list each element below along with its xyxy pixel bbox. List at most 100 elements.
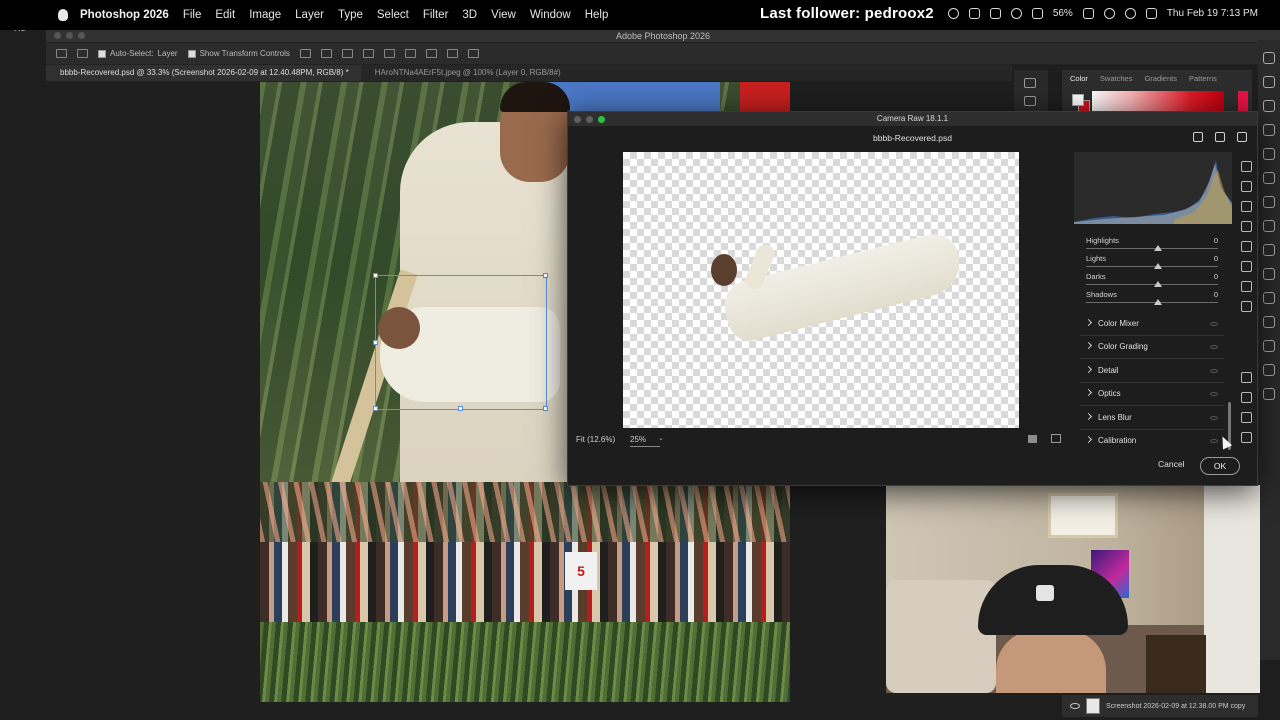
section-optics[interactable]: Optics: [1080, 384, 1224, 406]
battery-percent[interactable]: 56%: [1053, 8, 1073, 19]
hand-tool-icon[interactable]: [1241, 392, 1252, 403]
grid-icon[interactable]: [1263, 364, 1275, 376]
transform-handle-tl[interactable]: [373, 273, 378, 278]
transform-handle-ml[interactable]: [373, 340, 378, 345]
masking-icon[interactable]: [1241, 221, 1252, 232]
auto-select-checkbox[interactable]: [98, 49, 106, 58]
tab-document-jpeg[interactable]: HAroNTNa4AErF5t.jpeg @ 100% (Layer 0, RG…: [360, 65, 573, 81]
align-middle-icon[interactable]: [404, 49, 416, 58]
layer-visibility-eye-icon[interactable]: [1070, 703, 1080, 709]
move-tool-icon[interactable]: [77, 49, 88, 58]
eraser-icon[interactable]: [1263, 124, 1275, 136]
align-bottom-icon[interactable]: [425, 49, 437, 58]
visibility-eye-icon[interactable]: [1210, 322, 1218, 326]
fit-zoom-button[interactable]: Fit (12.6%): [576, 435, 615, 444]
search-icon[interactable]: [1263, 292, 1275, 304]
dialog-close-button[interactable]: [574, 116, 581, 123]
brush-icon[interactable]: [1263, 148, 1275, 160]
edit-sliders-icon[interactable]: [1241, 161, 1252, 172]
hand-icon[interactable]: [1263, 316, 1275, 328]
tone-darks-value[interactable]: 0: [1214, 272, 1218, 281]
tone-highlights-knob[interactable]: [1154, 245, 1162, 251]
menu-filter[interactable]: Filter: [423, 9, 449, 21]
adjustments-icon[interactable]: [1263, 76, 1275, 88]
menu-select[interactable]: Select: [377, 9, 409, 21]
cancel-button[interactable]: Cancel: [1158, 459, 1184, 469]
tone-lights-knob[interactable]: [1154, 263, 1162, 269]
distribute-icon[interactable]: [362, 49, 374, 58]
paint-icon[interactable]: [1263, 220, 1275, 232]
zoom-icon[interactable]: [1241, 372, 1252, 383]
pen-icon[interactable]: [1263, 52, 1275, 64]
tone-shadows-value[interactable]: 0: [1214, 290, 1218, 299]
wifi-icon[interactable]: [1103, 8, 1115, 19]
transform-handle-br[interactable]: [543, 406, 548, 411]
tab-color[interactable]: Color: [1070, 74, 1088, 83]
dialog-zoom-button[interactable]: [598, 116, 605, 123]
menu-file[interactable]: File: [183, 9, 202, 21]
tab-gradients[interactable]: Gradients: [1144, 74, 1177, 83]
mask-icon[interactable]: [1263, 196, 1275, 208]
tone-darks-row[interactable]: Darks 0: [1080, 272, 1230, 290]
home-icon[interactable]: [56, 49, 67, 58]
tone-shadows-knob[interactable]: [1154, 299, 1162, 305]
circle-icon[interactable]: [1263, 388, 1275, 400]
crop-rotate-icon[interactable]: [1241, 181, 1252, 192]
align-left-icon[interactable]: [299, 49, 311, 58]
volume-icon[interactable]: [968, 8, 980, 19]
transform-handle-tr[interactable]: [543, 273, 548, 278]
tone-darks-track[interactable]: [1086, 284, 1218, 285]
layer-row[interactable]: Screenshot 2026-02-09 at 12.38.00 PM cop…: [1062, 695, 1258, 717]
tone-lights-track[interactable]: [1086, 266, 1218, 267]
section-detail[interactable]: Detail: [1080, 361, 1224, 383]
crop-icon[interactable]: [1263, 100, 1275, 112]
more-options-icon[interactable]: [446, 49, 458, 58]
heal-icon[interactable]: [1241, 201, 1252, 212]
menu-image[interactable]: Image: [249, 9, 281, 21]
tab-swatches[interactable]: Swatches: [1100, 74, 1133, 83]
section-lens-blur[interactable]: Lens Blur: [1080, 408, 1224, 430]
settings-gear-icon[interactable]: [1215, 132, 1225, 142]
section-color-grading[interactable]: Color Grading: [1080, 337, 1224, 359]
display-icon[interactable]: [989, 8, 1001, 19]
artboard-icon[interactable]: [1024, 78, 1036, 88]
eye-icon[interactable]: [1263, 172, 1275, 184]
tone-lights-row[interactable]: Lights 0: [1080, 254, 1230, 272]
align-center-icon[interactable]: [320, 49, 332, 58]
align-top-icon[interactable]: [383, 49, 395, 58]
show-transform-checkbox[interactable]: [187, 49, 196, 58]
tone-lights-value[interactable]: 0: [1214, 254, 1218, 263]
tone-highlights-value[interactable]: 0: [1214, 236, 1218, 245]
single-view-icon[interactable]: [1028, 435, 1037, 443]
menu-type[interactable]: Type: [338, 9, 363, 21]
transform-handle-bl[interactable]: [373, 406, 378, 411]
snapshots-icon[interactable]: [1241, 281, 1252, 292]
battery-icon[interactable]: [1082, 8, 1094, 19]
visibility-eye-icon[interactable]: [1210, 392, 1218, 396]
ok-button[interactable]: OK: [1200, 457, 1240, 475]
tone-darks-knob[interactable]: [1154, 281, 1162, 287]
menu-bar-clock[interactable]: Thu Feb 19 7:13 PM: [1167, 8, 1258, 19]
section-calibration[interactable]: Calibration: [1080, 431, 1224, 453]
redeye-icon[interactable]: [1263, 244, 1275, 256]
tab-patterns[interactable]: Patterns: [1189, 74, 1217, 83]
compare-view-icon[interactable]: [1051, 434, 1061, 443]
tone-highlights-track[interactable]: [1086, 248, 1218, 249]
align-right-icon[interactable]: [341, 49, 353, 58]
minimize-window-button[interactable]: [66, 32, 73, 39]
dodge-icon[interactable]: [1263, 268, 1275, 280]
gear-icon[interactable]: [467, 49, 479, 58]
layer-name[interactable]: Screenshot 2026-02-09 at 12.38.00 PM cop…: [1106, 703, 1245, 710]
sampler-icon[interactable]: [1241, 412, 1252, 423]
transform-bounding-box[interactable]: [373, 273, 548, 411]
bluetooth-icon[interactable]: [1031, 8, 1043, 19]
eyedropper-icon[interactable]: [1263, 340, 1275, 352]
save-icon[interactable]: [1193, 132, 1203, 142]
user-icon[interactable]: [1010, 8, 1022, 19]
menu-view[interactable]: View: [491, 9, 516, 21]
zoom-window-button[interactable]: [78, 32, 85, 39]
menu-help[interactable]: Help: [585, 9, 609, 21]
chevron-down-icon[interactable]: ⌄: [658, 434, 664, 442]
tab-document-recovered[interactable]: bbbb-Recovered.psd @ 33.3% (Screenshot 2…: [46, 65, 361, 81]
dialog-minimize-button[interactable]: [586, 116, 593, 123]
